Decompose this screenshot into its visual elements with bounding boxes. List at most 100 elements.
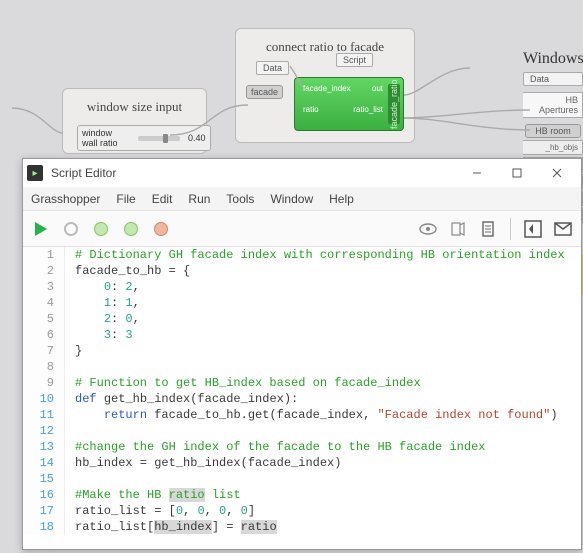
toolbar-btn-5[interactable] [149,217,173,241]
data-tag: Data [523,72,583,86]
code-line[interactable]: 4 1: 1, [23,295,581,311]
code-text: 3: 3 [65,327,133,343]
gutter: 9 [23,375,65,391]
code-line[interactable]: 10def get_hb_index(facade_index): [23,391,581,407]
input-hb-objs[interactable]: _hb_objs [523,140,583,155]
out-label: out [372,84,383,93]
script-editor-window: ▸ Script Editor Grasshopper File Edit Ru… [22,158,582,550]
toolbar-btn-4[interactable] [119,217,143,241]
component-facade-ratio[interactable]: facade_index out ratio ratio_list facade… [294,77,404,131]
slider-value: 0.40 [188,133,206,143]
menu-grasshopper[interactable]: Grasshopper [31,192,100,206]
menubar: Grasshopper File Edit Run Tools Window H… [23,187,581,211]
code-line[interactable]: 11 return facade_to_hb.get(facade_index,… [23,407,581,423]
code-text: 2: 0, [65,311,140,327]
run-button[interactable] [29,217,53,241]
code-text [65,359,75,375]
gutter: 12 [23,423,65,439]
toolbar-btn-r2[interactable] [446,217,470,241]
code-line[interactable]: 17ratio_list = [0, 0, 0, 0] [23,503,581,519]
param-hb-room[interactable]: HB room [525,124,581,138]
code-line[interactable]: 8 [23,359,581,375]
data-tag: Data [256,61,289,75]
preview-icon[interactable] [416,217,440,241]
code-text: hb_index = get_hb_index(facade_index) [65,455,341,471]
code-line[interactable]: 7} [23,343,581,359]
gutter: 2 [23,263,65,279]
code-editor[interactable]: 1# Dictionary GH facade index with corre… [23,247,581,549]
minimize-button[interactable] [457,159,497,187]
code-line[interactable]: 14hb_index = get_hb_index(facade_index) [23,455,581,471]
script-tag: Script [336,53,373,67]
gutter: 14 [23,455,65,471]
toolbar-btn-2[interactable] [59,217,83,241]
code-text: 1: 1, [65,295,140,311]
code-line[interactable]: 18ratio_list[hb_index] = ratio [23,519,581,535]
code-text: # Dictionary GH facade index with corres… [65,247,565,263]
gutter: 3 [23,279,65,295]
toolbar-btn-r4[interactable] [521,217,545,241]
code-text [65,471,75,487]
close-button[interactable] [537,159,577,187]
group-title: window size input [77,99,192,115]
slider-label: window wall ratio [82,128,130,148]
gutter: 5 [23,311,65,327]
code-line[interactable]: 12 [23,423,581,439]
code-line[interactable]: 15 [23,471,581,487]
menu-file[interactable]: File [116,192,135,206]
maximize-button[interactable] [497,159,537,187]
code-line[interactable]: 9# Function to get HB_index based on fac… [23,375,581,391]
slider-window-wall-ratio[interactable]: window wall ratio 0.40 [77,125,211,151]
menu-help[interactable]: Help [329,192,354,206]
code-text: return facade_to_hb.get(facade_index, "F… [65,407,558,423]
gutter: 15 [23,471,65,487]
code-text [65,423,75,439]
gutter: 10 [23,391,65,407]
code-line[interactable]: 1# Dictionary GH facade index with corre… [23,247,581,263]
toolbar [23,211,581,247]
out-ratio-list: ratio_list [353,105,383,114]
code-text: #change the GH index of the facade to th… [65,439,485,455]
toolbar-btn-r3[interactable] [476,217,500,241]
toolbar-btn-3[interactable] [89,217,113,241]
menu-edit[interactable]: Edit [152,192,173,206]
code-text: def get_hb_index(facade_index): [65,391,298,407]
titlebar[interactable]: ▸ Script Editor [23,159,581,187]
gutter: 8 [23,359,65,375]
code-text: } [65,343,82,359]
menu-window[interactable]: Window [270,192,313,206]
gutter: 18 [23,519,65,535]
code-text: ratio_list[hb_index] = ratio [65,519,277,535]
code-line[interactable]: 16#Make the HB ratio list [23,487,581,503]
gutter: 13 [23,439,65,455]
code-line[interactable]: 6 3: 3 [23,327,581,343]
gutter: 7 [23,343,65,359]
gutter: 16 [23,487,65,503]
group-title: connect ratio to facade [250,39,400,55]
menu-tools[interactable]: Tools [226,192,254,206]
toolbar-btn-r5[interactable] [551,217,575,241]
gutter: 11 [23,407,65,423]
code-text: facade_to_hb = { [65,263,190,279]
code-line[interactable]: 13#change the GH index of the facade to … [23,439,581,455]
param-facade[interactable]: facade [246,85,283,99]
code-text: # Function to get HB_index based on faca… [65,375,421,391]
gutter: 6 [23,327,65,343]
window-title: Script Editor [51,166,116,180]
code-text: ratio_list = [0, 0, 0, 0] [65,503,255,519]
component-name-vertical: facade_ratio [388,84,400,124]
gutter: 17 [23,503,65,519]
code-text: #Make the HB ratio list [65,487,241,503]
code-line[interactable]: 3 0: 2, [23,279,581,295]
code-text: 0: 2, [65,279,140,295]
in-facade-index: facade_index [303,84,351,93]
group-window-size-input: window size input window wall ratio 0.40 [62,88,207,154]
menu-run[interactable]: Run [188,192,210,206]
code-line[interactable]: 5 2: 0, [23,311,581,327]
group-connect-ratio: connect ratio to facade Data Script faca… [235,28,415,143]
hb-apertures-label: HB Apertures [523,92,583,118]
in-ratio: ratio [303,105,319,114]
code-line[interactable]: 2facade_to_hb = { [23,263,581,279]
group-title: Windows [523,50,583,68]
gutter: 4 [23,295,65,311]
